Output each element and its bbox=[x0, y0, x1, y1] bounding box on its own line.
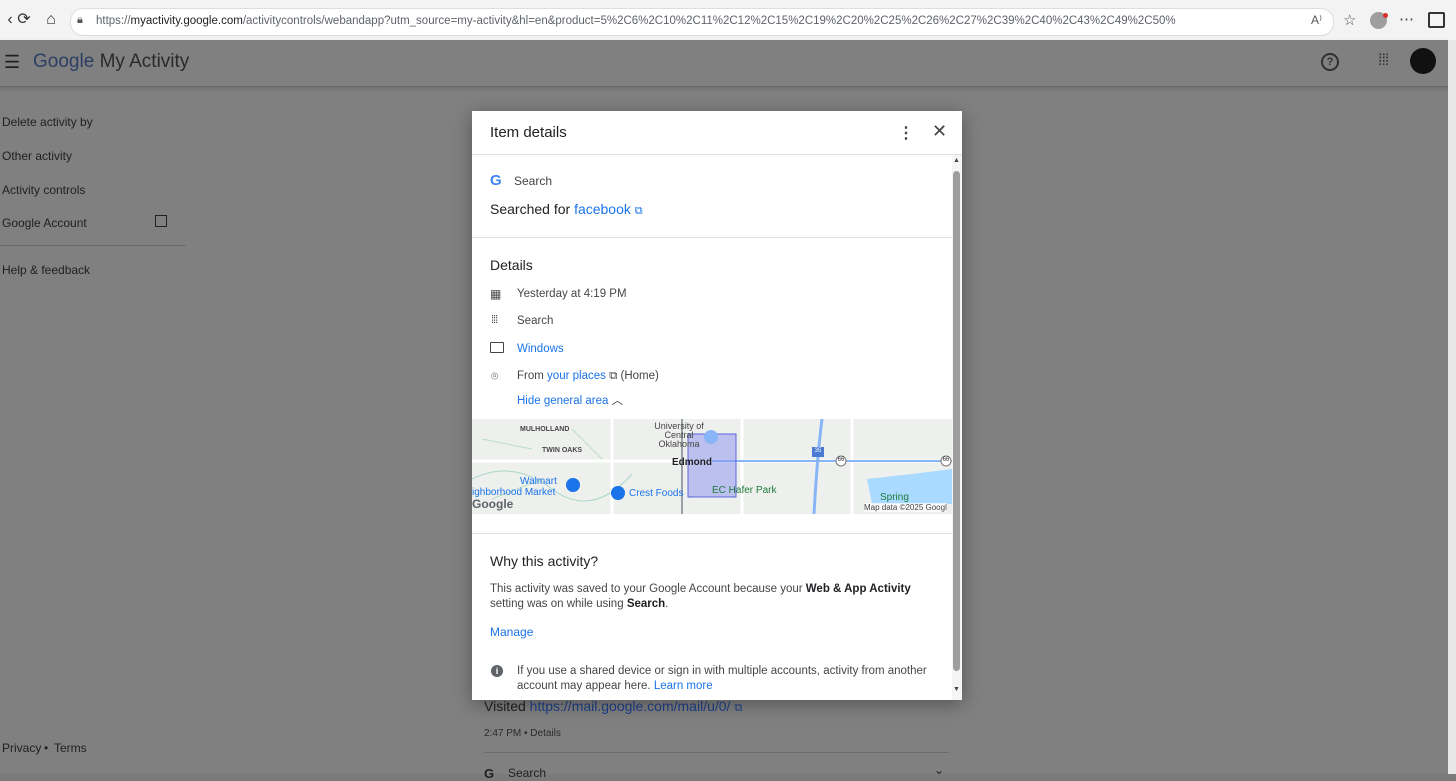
why-heading: Why this activity? bbox=[490, 553, 599, 569]
close-icon[interactable]: ✕ bbox=[932, 121, 947, 142]
feed-visited-label: Visited https://mail.google.com/mail/u/0… bbox=[484, 698, 743, 714]
devices-icon bbox=[490, 342, 504, 353]
searched-for-line: Searched for facebook ⧉ bbox=[490, 201, 643, 217]
read-aloud-icon[interactable]: A⁾ bbox=[1311, 13, 1322, 27]
location-map[interactable]: MULHOLLAND TWIN OAKS University of Centr… bbox=[472, 419, 952, 514]
route-shield: 66 bbox=[942, 457, 950, 463]
apps-grid-icon[interactable]: ⁞⁞⁞ bbox=[1378, 52, 1389, 70]
calendar-icon: ▦ bbox=[490, 287, 502, 301]
sidebar-item-delete-activity[interactable]: Delete activity by bbox=[2, 115, 93, 129]
open-in-new-icon: ⧉ bbox=[634, 205, 643, 217]
route-shield: 66 bbox=[837, 457, 845, 463]
dialog-scrollbar-thumb[interactable] bbox=[953, 171, 960, 671]
map-attribution: Map data ©2025 Googl bbox=[864, 503, 947, 512]
feed-time-details[interactable]: 2:47 PM • Details bbox=[484, 728, 561, 739]
scroll-up-arrow-icon[interactable]: ▲ bbox=[953, 157, 960, 164]
app-logo[interactable]: Google My Activity bbox=[33, 51, 189, 73]
detail-app: Search bbox=[517, 315, 554, 327]
favorites-icon[interactable]: ☆ bbox=[1343, 11, 1356, 29]
footer-privacy-link[interactable]: Privacy bbox=[2, 741, 41, 755]
home-icon[interactable]: ⌂ bbox=[41, 10, 61, 30]
product-label: Search bbox=[514, 174, 553, 188]
sidebar-item-other-activity[interactable]: Other activity bbox=[2, 149, 72, 163]
footer-terms-link[interactable]: Terms bbox=[54, 741, 87, 755]
detail-time: Yesterday at 4:19 PM bbox=[517, 288, 627, 300]
chevron-up-icon: ︿ bbox=[611, 395, 624, 407]
map-label: Walmart bbox=[520, 476, 557, 487]
scroll-down-arrow-icon[interactable]: ▼ bbox=[953, 686, 960, 693]
sidebar-item-help-feedback[interactable]: Help & feedback bbox=[2, 263, 90, 277]
why-explanation: This activity was saved to your Google A… bbox=[490, 583, 911, 610]
sidebar-item-activity-controls[interactable]: Activity controls bbox=[2, 183, 85, 197]
feed-next-item: Search bbox=[508, 766, 547, 780]
notification-dot bbox=[1383, 13, 1388, 18]
page-scrollbar[interactable] bbox=[1448, 40, 1456, 774]
map-label: Edmond bbox=[672, 457, 712, 468]
your-places-link[interactable]: your places bbox=[547, 370, 606, 382]
map-label: EC Hafer Park bbox=[712, 485, 777, 496]
section-divider bbox=[472, 533, 952, 534]
apps-icon: ⁞⁞⁞ bbox=[491, 314, 498, 326]
map-label: Spring bbox=[880, 492, 909, 503]
shared-device-notice: If you use a shared device or sign in wi… bbox=[517, 665, 927, 692]
location-pin-icon: ⌾ bbox=[491, 369, 499, 383]
url-text[interactable]: https://myactivity.google.com/activityco… bbox=[96, 15, 1176, 27]
menu-icon[interactable]: ☰ bbox=[4, 52, 20, 73]
details-heading: Details bbox=[490, 257, 533, 273]
map-label: MULHOLLAND bbox=[520, 426, 570, 433]
feed-divider bbox=[484, 752, 949, 753]
query-link[interactable]: facebook bbox=[574, 201, 631, 217]
app-header bbox=[0, 40, 1448, 87]
sidebar-item-google-account[interactable]: Google Account bbox=[2, 216, 87, 230]
info-icon: i bbox=[491, 665, 503, 677]
chevron-down-icon[interactable]: ⌄ bbox=[934, 763, 944, 777]
sidebar-divider bbox=[0, 245, 186, 246]
lock-icon[interactable]: 🔒︎ bbox=[77, 14, 83, 27]
dialog-title: Item details bbox=[490, 124, 567, 141]
google-g-icon: G bbox=[490, 172, 502, 189]
hide-general-area-toggle[interactable]: Hide general area ︿ bbox=[517, 392, 623, 408]
map-label: Crest Foods bbox=[629, 488, 684, 499]
open-in-new-icon: ⧉ bbox=[609, 370, 618, 382]
manage-link[interactable]: Manage bbox=[490, 625, 533, 639]
interstate-shield: 35 bbox=[814, 448, 822, 454]
account-avatar[interactable] bbox=[1410, 48, 1436, 74]
help-icon[interactable]: ? bbox=[1321, 53, 1339, 71]
map-google-logo: Google bbox=[472, 497, 514, 511]
sidebar-toggle-icon[interactable] bbox=[1428, 12, 1445, 28]
detail-location: From your places ⧉ (Home) bbox=[517, 370, 659, 382]
more-icon[interactable]: ⋯ bbox=[1399, 10, 1414, 28]
refresh-icon[interactable]: ⟳ bbox=[14, 10, 34, 30]
more-options-icon[interactable]: ⋮ bbox=[898, 123, 914, 143]
item-details-dialog: Item details ⋮ ✕ G Search Searched for f… bbox=[472, 111, 962, 700]
open-in-new-icon bbox=[155, 215, 167, 227]
section-divider bbox=[472, 237, 952, 238]
map-label: TWIN OAKS bbox=[542, 447, 583, 454]
learn-more-link[interactable]: Learn more bbox=[654, 680, 713, 692]
footer-separator: • bbox=[44, 741, 49, 755]
map-label: University of Central Oklahoma bbox=[654, 421, 704, 449]
detail-device-link[interactable]: Windows bbox=[517, 343, 564, 355]
open-in-new-icon: ⧉ bbox=[734, 702, 743, 714]
feed-visited-link[interactable]: https://mail.google.com/mail/u/0/ bbox=[530, 698, 731, 714]
